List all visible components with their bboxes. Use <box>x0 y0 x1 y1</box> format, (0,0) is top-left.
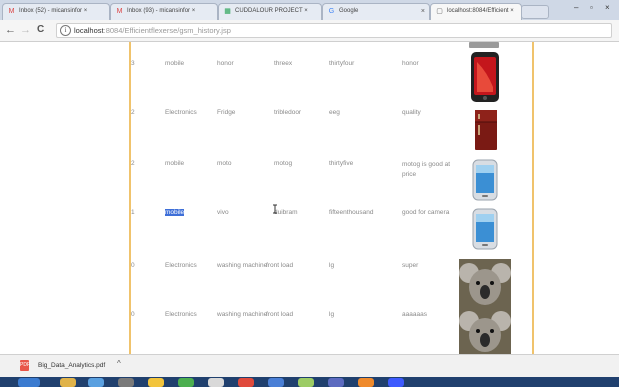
review-cell: honor <box>402 60 419 67</box>
table-row: 0 Electronics washing machine front load… <box>0 262 619 269</box>
price-cell: lg <box>329 262 335 269</box>
close-icon[interactable]: × <box>421 4 425 19</box>
price-cell: eeg <box>329 109 340 116</box>
table-right-border <box>532 42 534 354</box>
review-cell: aaaaaas <box>402 311 427 318</box>
tab-strip: M Inbox (52) - micansinfor × M Inbox (93… <box>0 0 619 20</box>
price-cell: thirtyfour <box>329 60 355 67</box>
model-cell: tribledoor <box>274 109 302 116</box>
review-cell: quality <box>402 109 421 116</box>
product-image-phone-red <box>469 42 499 102</box>
brand-cell: washing machine <box>217 262 268 269</box>
tab-inbox-93[interactable]: M Inbox (93) - micansinfor × <box>110 3 218 20</box>
taskbar-app-icon[interactable] <box>268 378 284 387</box>
gmail-icon: M <box>116 8 123 15</box>
url-text[interactable]: localhost:8084/Efficientflexerse/gsm_his… <box>74 25 231 36</box>
tab-label: Google <box>339 8 359 14</box>
url-path: :8084/Efficientflexerse/gsm_history.jsp <box>103 26 231 35</box>
price-cell: thirtyfive <box>329 160 354 167</box>
table-row: 2 mobile moto motog thirtyfive motog is … <box>0 160 619 178</box>
review-cell: motog is good at price <box>402 161 451 178</box>
taskbar-app-icon[interactable] <box>388 378 404 387</box>
table-row: 1 mobile vivo duibram fifteenthousand go… <box>0 209 619 216</box>
tab-google[interactable]: G Google × <box>322 3 430 20</box>
page-content: 3 mobile honor threex thirtyfour honor 2… <box>0 42 619 354</box>
category-cell: mobile <box>165 60 185 67</box>
google-icon: G <box>328 8 335 15</box>
product-image-phone-white <box>472 208 498 250</box>
taskbar-app-icon[interactable] <box>118 378 134 387</box>
model-cell: threex <box>274 60 293 67</box>
row-number: 2 <box>131 109 135 116</box>
download-item[interactable]: Big_Data_Analytics.pdf <box>38 362 105 369</box>
table-row: 2 Electronics Fridge tribledoor eeg qual… <box>0 109 619 116</box>
back-button[interactable]: ← <box>5 23 16 37</box>
table-row: 0 Electronics washing machine front load… <box>0 311 619 318</box>
taskbar-app-icon[interactable] <box>208 378 224 387</box>
price-cell: fifteenthousand <box>329 209 374 216</box>
text-cursor-icon <box>273 204 277 214</box>
tab-label: Inbox (93) - micansinfor × <box>127 8 196 14</box>
tab-inbox-52[interactable]: M Inbox (52) - micansinfor × <box>2 3 110 20</box>
tab-label: localhost:8084/Efficient × <box>447 8 514 14</box>
model-cell: motog <box>274 160 293 167</box>
row-number: 2 <box>131 160 135 167</box>
taskbar-app-icon[interactable] <box>358 378 374 387</box>
product-image-koala <box>459 308 511 354</box>
reload-button[interactable]: C <box>37 23 44 37</box>
browser-toolbar: ← → C i localhost:8084/Efficientflexerse… <box>0 20 619 42</box>
category-cell-selected: mobile <box>165 209 185 216</box>
tab-localhost-efficient[interactable]: ▢ localhost:8084/Efficient × <box>430 3 522 20</box>
row-number: 0 <box>131 262 135 269</box>
url-host: localhost <box>74 26 104 35</box>
address-bar[interactable]: i localhost:8084/Efficientflexerse/gsm_h… <box>56 23 612 38</box>
maximize-icon[interactable]: ▫ <box>590 3 593 13</box>
product-image-fridge <box>475 110 497 150</box>
model-cell: front load <box>266 311 294 318</box>
review-cell: super <box>402 262 419 269</box>
window-close-icon[interactable]: × <box>605 3 610 13</box>
model-cell: front load <box>266 262 294 269</box>
category-cell: mobile <box>165 160 185 167</box>
table-left-border <box>129 42 131 354</box>
taskbar-app-icon[interactable] <box>238 378 254 387</box>
tab-cuddalour-project[interactable]: ▦ CUDDALOUR PROJECT × <box>218 3 322 20</box>
row-number: 1 <box>131 209 135 216</box>
tab-label: Inbox (52) - micansinfor × <box>19 8 88 14</box>
start-button[interactable] <box>18 378 40 387</box>
brand-cell: washing machine <box>217 311 268 318</box>
brand-cell: vivo <box>217 209 229 216</box>
product-image-phone-white <box>472 159 498 201</box>
brand-cell: Fridge <box>217 109 236 116</box>
os-taskbar <box>0 377 619 387</box>
product-image-koala <box>459 259 511 309</box>
row-number: 0 <box>131 311 135 318</box>
downloads-bar: PDF Big_Data_Analytics.pdf ^ <box>0 354 619 377</box>
taskbar-app-icon[interactable] <box>178 378 194 387</box>
taskbar-app-icon[interactable] <box>328 378 344 387</box>
brand-cell: honor <box>217 60 234 67</box>
category-cell: Electronics <box>165 311 197 318</box>
gmail-icon: M <box>8 8 15 15</box>
taskbar-app-icon[interactable] <box>148 378 164 387</box>
tab-label: CUDDALOUR PROJECT × <box>235 8 308 14</box>
category-cell: Electronics <box>165 109 197 116</box>
brand-cell: moto <box>217 160 232 167</box>
info-icon[interactable]: i <box>60 25 71 36</box>
forward-button[interactable]: → <box>20 23 31 37</box>
minimize-icon[interactable]: – <box>574 3 578 13</box>
pdf-file-icon: PDF <box>20 360 30 371</box>
taskbar-app-icon[interactable] <box>88 378 104 387</box>
taskbar-app-icon[interactable] <box>298 378 314 387</box>
chevron-up-icon[interactable]: ^ <box>117 359 121 368</box>
review-cell: good for camera <box>402 209 450 216</box>
table-row: 3 mobile honor threex thirtyfour honor <box>0 60 619 67</box>
price-cell: lg <box>329 311 335 318</box>
sheets-icon: ▦ <box>224 8 231 15</box>
taskbar-app-icon[interactable] <box>60 378 76 387</box>
new-tab-button[interactable] <box>521 5 549 19</box>
category-cell: Electronics <box>165 262 197 269</box>
row-number: 3 <box>131 60 135 67</box>
page-icon: ▢ <box>436 8 443 15</box>
